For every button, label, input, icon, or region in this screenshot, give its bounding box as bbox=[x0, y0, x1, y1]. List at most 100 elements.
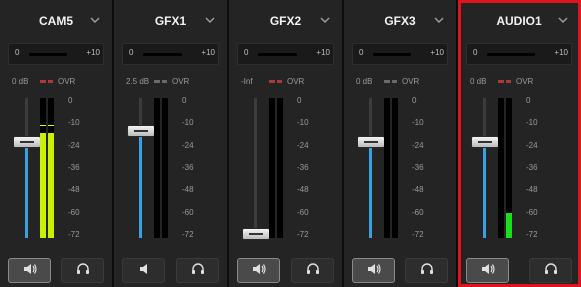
db-scale-tick: -36 bbox=[297, 162, 309, 172]
trim-max-label: +10 bbox=[316, 48, 330, 57]
trim-slider[interactable]: 0 +10 bbox=[237, 43, 334, 65]
volume-fader-handle[interactable] bbox=[13, 135, 41, 148]
trim-track[interactable] bbox=[29, 53, 67, 56]
db-scale-tick: 0 bbox=[526, 96, 531, 105]
level-meter-fill bbox=[48, 133, 54, 238]
peak-hold-marker bbox=[40, 125, 46, 126]
monitor-button[interactable] bbox=[529, 258, 572, 283]
db-scale-tick: -36 bbox=[526, 162, 538, 172]
volume-fader-track[interactable] bbox=[483, 98, 486, 238]
volume-db-readout: 2.5 dB bbox=[126, 77, 150, 86]
trim-track[interactable] bbox=[373, 53, 411, 56]
peak-hold-marker bbox=[48, 125, 54, 126]
mute-button[interactable] bbox=[8, 258, 51, 283]
chevron-down-icon[interactable] bbox=[432, 13, 446, 27]
channel-strip-cam5: CAM5 0 +10 0 dB OVR 0 -10 -24 -36 -48 -60 -72 bbox=[0, 0, 113, 287]
monitor-button[interactable] bbox=[61, 258, 104, 283]
level-meter-right bbox=[48, 98, 54, 238]
volume-fader-handle[interactable] bbox=[471, 135, 499, 148]
db-scale-tick: -24 bbox=[412, 140, 424, 150]
volume-fader-handle[interactable] bbox=[357, 135, 385, 148]
channel-header[interactable]: GFX1 bbox=[114, 8, 227, 32]
trim-max-label: +10 bbox=[430, 48, 444, 57]
mute-button[interactable] bbox=[237, 258, 280, 283]
trim-max-label: +10 bbox=[554, 48, 568, 57]
overload-indicator bbox=[40, 80, 53, 83]
trim-slider[interactable]: 0 +10 bbox=[122, 43, 219, 65]
overload-label: OVR bbox=[516, 77, 534, 86]
chevron-down-icon[interactable] bbox=[203, 13, 217, 27]
volume-fader-fill bbox=[369, 140, 372, 238]
volume-fader-track[interactable] bbox=[139, 98, 142, 238]
trim-track[interactable] bbox=[143, 53, 182, 56]
db-scale-tick: -10 bbox=[297, 118, 309, 128]
monitor-button[interactable] bbox=[405, 258, 448, 283]
overload-label: OVR bbox=[58, 77, 76, 86]
trim-min-label: 0 bbox=[15, 48, 20, 57]
volume-fader-handle[interactable] bbox=[242, 228, 270, 240]
channel-header[interactable]: GFX3 bbox=[344, 8, 456, 32]
db-scale-tick: -48 bbox=[182, 185, 194, 195]
db-scale-tick: -60 bbox=[412, 207, 424, 217]
volume-db-readout: 0 dB bbox=[356, 77, 373, 86]
trim-max-label: +10 bbox=[201, 48, 215, 57]
chevron-down-icon[interactable] bbox=[318, 13, 332, 27]
mute-button[interactable] bbox=[122, 258, 165, 283]
channel-header[interactable]: GFX2 bbox=[229, 8, 342, 32]
speaker-icon bbox=[252, 262, 266, 280]
monitor-button[interactable] bbox=[176, 258, 219, 283]
overload-label: OVR bbox=[287, 77, 305, 86]
channel-strip-gfx1: GFX1 0 +10 2.5 dB OVR 0 -10 -24 -36 -48 -60 -7… bbox=[114, 0, 228, 287]
db-scale-tick: -10 bbox=[182, 118, 194, 128]
volume-db-readout: 0 dB bbox=[12, 77, 29, 86]
level-meter-left bbox=[154, 98, 160, 238]
trim-track[interactable] bbox=[487, 53, 535, 56]
overload-indicator bbox=[384, 80, 397, 83]
chevron-down-icon[interactable] bbox=[556, 13, 570, 27]
mute-button[interactable] bbox=[352, 258, 395, 283]
db-scale-tick: -72 bbox=[297, 229, 309, 239]
level-meter-right bbox=[277, 98, 283, 238]
channel-strip-audio1: AUDIO1 0 +10 0 dB OVR 0 -10 -24 -36 -48 -60 -7… bbox=[458, 0, 581, 287]
level-meter-left bbox=[40, 98, 46, 238]
db-scale-tick: 0 bbox=[68, 96, 73, 105]
db-scale-tick: 0 bbox=[182, 96, 187, 105]
headphones-icon bbox=[191, 262, 205, 280]
chevron-down-icon[interactable] bbox=[88, 13, 102, 27]
channel-strip-gfx2: GFX2 0 +10 -Inf OVR 0 -10 -24 -36 -48 -60 -72 bbox=[229, 0, 343, 287]
trim-min-label: 0 bbox=[244, 48, 249, 57]
channel-header[interactable]: AUDIO1 bbox=[458, 8, 580, 32]
overload-indicator bbox=[154, 80, 167, 83]
trim-max-label: +10 bbox=[86, 48, 100, 57]
level-meter-fill bbox=[40, 133, 46, 238]
channel-header[interactable]: CAM5 bbox=[0, 8, 112, 32]
volume-fader-track[interactable] bbox=[254, 98, 257, 238]
db-scale-tick: -24 bbox=[68, 140, 80, 150]
channel-strip-gfx3: GFX3 0 +10 0 dB OVR 0 -10 -24 -36 -48 -60 -72 bbox=[344, 0, 457, 287]
db-scale-tick: -60 bbox=[297, 207, 309, 217]
headphones-icon bbox=[544, 262, 558, 280]
volume-db-readout: 0 dB bbox=[470, 77, 487, 86]
trim-min-label: 0 bbox=[473, 48, 478, 57]
mute-button[interactable] bbox=[466, 258, 509, 283]
monitor-button[interactable] bbox=[291, 258, 334, 283]
db-scale-tick: -36 bbox=[182, 162, 194, 172]
trim-slider[interactable]: 0 +10 bbox=[466, 43, 572, 65]
volume-fader-track[interactable] bbox=[25, 98, 28, 238]
trim-slider[interactable]: 0 +10 bbox=[352, 43, 448, 65]
overload-label: OVR bbox=[172, 77, 190, 86]
level-meter-fill bbox=[506, 212, 512, 238]
db-scale-tick: -72 bbox=[182, 229, 194, 239]
db-scale-tick: -72 bbox=[412, 229, 424, 239]
db-scale-tick: -48 bbox=[412, 185, 424, 195]
trim-slider[interactable]: 0 +10 bbox=[8, 43, 104, 65]
db-scale: 0 -10 -24 -36 -48 -60 -72 bbox=[526, 94, 546, 242]
speaker-icon bbox=[23, 262, 37, 280]
overload-label: OVR bbox=[402, 77, 420, 86]
trim-track[interactable] bbox=[258, 53, 297, 56]
volume-fader-handle[interactable] bbox=[127, 125, 155, 138]
volume-fader-track[interactable] bbox=[369, 98, 372, 238]
trim-min-label: 0 bbox=[359, 48, 364, 57]
db-scale-tick: -24 bbox=[526, 140, 538, 150]
db-scale-tick: 0 bbox=[412, 96, 417, 105]
